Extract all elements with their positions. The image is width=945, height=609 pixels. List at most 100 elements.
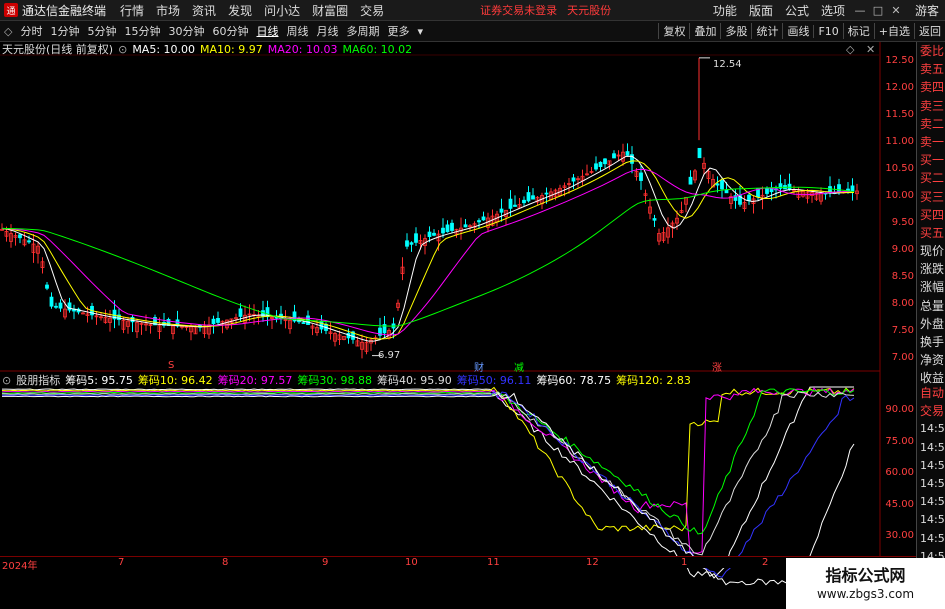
overlay-button[interactable]: 叠加 xyxy=(689,23,720,39)
settings-icon[interactable]: ⊙ xyxy=(118,43,127,56)
maximize-icon[interactable]: □ xyxy=(869,4,887,17)
candle-body xyxy=(747,194,751,202)
quote-row: 卖五 xyxy=(920,62,945,77)
chevron-down-icon[interactable]: ▾ xyxy=(416,25,424,38)
candle-body xyxy=(571,177,576,182)
draw-button[interactable]: 画线 xyxy=(782,23,813,39)
tab-daily[interactable]: 日线 xyxy=(255,23,279,39)
expand-icon[interactable]: ◇ xyxy=(846,43,854,56)
tab-60min[interactable]: 60分钟 xyxy=(211,23,249,39)
menu-function[interactable]: 功能 xyxy=(713,2,737,19)
menu-news[interactable]: 资讯 xyxy=(192,2,216,19)
chip-line xyxy=(1,391,855,556)
tab-more[interactable]: 更多 xyxy=(386,23,410,39)
menu-trade[interactable]: 交易 xyxy=(360,2,384,19)
minimize-icon[interactable]: — xyxy=(851,4,869,17)
marker-rise[interactable]: 涨 xyxy=(712,359,722,374)
chip10-label: 筹码10: 96.42 xyxy=(137,374,213,387)
tab-5min[interactable]: 5分钟 xyxy=(86,23,117,39)
price-tick: 11.00 xyxy=(885,136,914,147)
stats-button[interactable]: 统计 xyxy=(751,23,782,39)
app-logo-icon: 通 xyxy=(4,3,18,17)
indicator-legend: ⊙ 股朋指标 筹码5: 95.75 筹码10: 96.42 筹码20: 97.5… xyxy=(2,372,696,388)
chip120-label: 筹码120: 2.83 xyxy=(616,374,691,387)
quote-row: 买五 xyxy=(920,225,945,240)
candle-body xyxy=(625,151,630,156)
candle-body xyxy=(603,158,607,165)
tab-15min[interactable]: 15分钟 xyxy=(123,23,161,39)
high-annotation: 12.54 xyxy=(713,59,742,70)
candle-body xyxy=(688,176,693,185)
menu-quotes[interactable]: 行情 xyxy=(120,2,144,19)
candle-body xyxy=(427,231,432,238)
add-favorite-button[interactable]: +自选 xyxy=(873,23,914,39)
x-label: 10 xyxy=(405,557,418,568)
guest-label[interactable]: 游客 xyxy=(915,2,939,19)
indicator-settings-icon[interactable]: ⊙ xyxy=(2,374,11,387)
x-label: 12 xyxy=(586,557,599,568)
tab-multi-period[interactable]: 多周期 xyxy=(345,23,380,39)
f10-button[interactable]: F10 xyxy=(813,24,842,38)
candle-body xyxy=(612,153,616,159)
indicator-name[interactable]: 股朋指标 xyxy=(16,372,60,388)
candle-body xyxy=(594,163,598,170)
menu-discover[interactable]: 发现 xyxy=(228,2,252,19)
price-legend: 天元股份(日线 前复权) ⊙ MA5: 10.00 MA10: 9.97 MA2… xyxy=(2,42,417,57)
menu-ask[interactable]: 问小达 xyxy=(264,2,300,19)
candle-body xyxy=(238,308,243,317)
return-button[interactable]: 返回 xyxy=(914,23,945,39)
candle-body xyxy=(54,305,58,308)
kline-chart[interactable] xyxy=(0,42,916,598)
watermark-title: 指标公式网 xyxy=(825,565,906,585)
toolbar-back-icon[interactable]: ◇ xyxy=(3,25,13,38)
close-panel-icon[interactable]: ✕ xyxy=(866,43,875,56)
multi-stock-button[interactable]: 多股 xyxy=(720,23,751,39)
tick-row: 14:56 xyxy=(920,513,945,527)
candle-body xyxy=(477,220,481,223)
y-axis: 12.50 12.00 11.50 11.00 10.50 10.00 9.50… xyxy=(880,42,916,598)
candle-body xyxy=(765,188,769,194)
quote-row: 涨跌 xyxy=(920,262,945,277)
quote-row: 卖四 xyxy=(920,80,945,95)
menu-market[interactable]: 市场 xyxy=(156,2,180,19)
marker-reduce[interactable]: 减 xyxy=(514,359,524,374)
close-icon[interactable]: ✕ xyxy=(887,4,905,17)
marker-s[interactable]: S xyxy=(168,360,174,371)
menu-formula[interactable]: 公式 xyxy=(785,2,809,19)
x-label: 1 xyxy=(681,557,688,568)
candle-body xyxy=(544,192,549,195)
ma60-label: MA60: 10.02 xyxy=(342,42,413,56)
x-label: 2 xyxy=(762,557,769,568)
chip60-label: 筹码60: 78.75 xyxy=(536,374,612,387)
x-label: 7 xyxy=(118,557,125,568)
quote-row: 卖一 xyxy=(920,134,945,149)
marker-finance[interactable]: 财 xyxy=(474,359,484,374)
candle-body xyxy=(526,192,531,202)
tab-30min[interactable]: 30分钟 xyxy=(167,23,205,39)
tab-1min[interactable]: 1分钟 xyxy=(49,23,80,39)
quote-row: 买四 xyxy=(920,207,945,222)
x-axis: 2024年 7 8 9 10 11 12 1 2 xyxy=(0,556,916,572)
toolbar-right: 复权 叠加 多股 统计 画线 F10 标记 +自选 返回 xyxy=(658,21,945,41)
right-menu: 功能 版面 公式 选项 — □ ✕ 游客 xyxy=(707,0,945,20)
tick-row: 14:56 xyxy=(920,476,945,490)
quote-row: 现价 xyxy=(920,244,945,259)
price-tick: 8.50 xyxy=(891,271,914,282)
tab-weekly[interactable]: 周线 xyxy=(285,23,309,39)
menu-layout[interactable]: 版面 xyxy=(749,2,773,19)
x-label: 8 xyxy=(222,557,229,568)
chart-area[interactable]: 天元股份(日线 前复权) ⊙ MA5: 10.00 MA10: 9.97 MA2… xyxy=(0,42,916,598)
login-status[interactable]: 证券交易未登录 xyxy=(480,2,557,18)
menu-options[interactable]: 选项 xyxy=(821,2,845,19)
candle-body xyxy=(715,183,720,186)
adjust-button[interactable]: 复权 xyxy=(658,23,689,39)
candle-body xyxy=(58,302,63,309)
tab-timeshare[interactable]: 分时 xyxy=(19,23,43,39)
tab-monthly[interactable]: 月线 xyxy=(315,23,339,39)
low-annotation: 6.97 xyxy=(378,350,401,361)
mark-button[interactable]: 标记 xyxy=(842,23,874,39)
x-label: 11 xyxy=(487,557,500,568)
candle-body xyxy=(414,233,418,243)
menu-wealth[interactable]: 财富圈 xyxy=(312,2,348,19)
price-tick: 7.00 xyxy=(891,352,914,363)
